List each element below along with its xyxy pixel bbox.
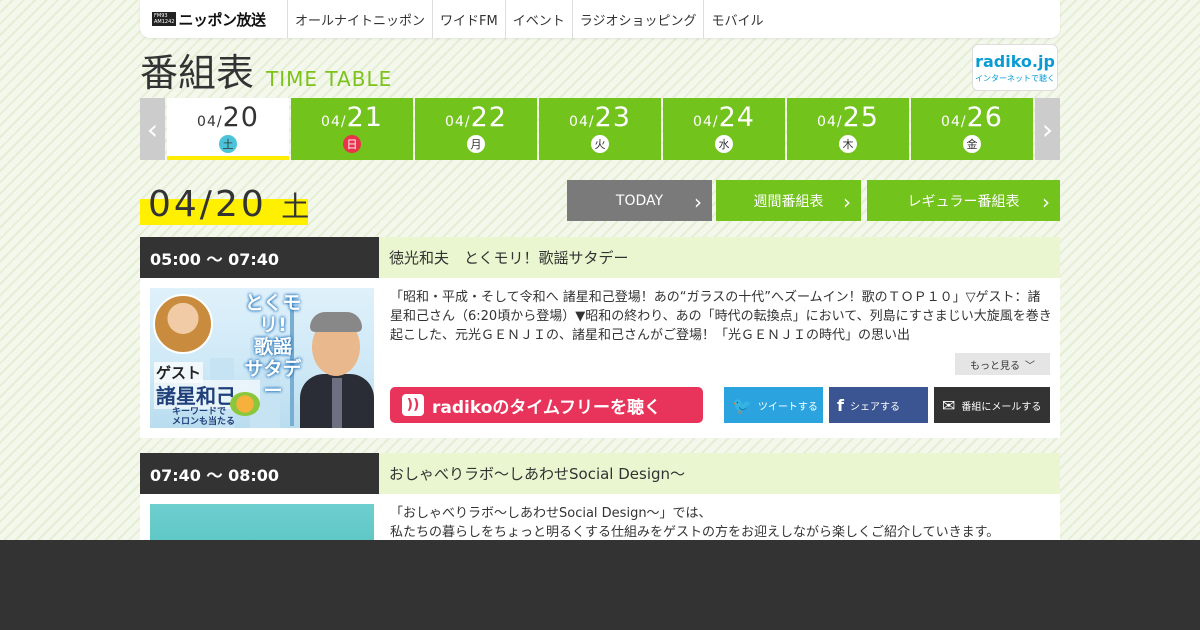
regular-label: レギュラー番組表 <box>907 193 1020 210</box>
logo-frequency: FM93 AM1242 <box>152 12 177 26</box>
tweet-button[interactable]: 🐦 ツイートする <box>724 387 823 423</box>
date-tab-0422[interactable]: 04/22 月 <box>415 98 537 160</box>
chevron-right-icon: › <box>694 190 702 214</box>
program-title[interactable]: 徳光和夫 とくモリ！歌謡サタデー <box>379 237 1060 278</box>
chevron-down-icon: ﹀ <box>1025 360 1035 372</box>
date-month: 04/ <box>197 114 223 130</box>
radiko-badge[interactable]: radiko.jp インターネットで聴く <box>972 44 1058 91</box>
top-navigation: FM93 AM1242 ニッポン放送 オールナイトニッポン ワイドFM イベント… <box>140 0 1060 38</box>
chevron-right-icon: › <box>843 190 851 214</box>
radiko-logo: radiko.jp <box>975 51 1055 71</box>
tweet-label: ツイートする <box>757 401 818 413</box>
guest-photo <box>153 294 213 354</box>
day-of-week-badge: 木 <box>839 135 857 153</box>
date-month: 04/ <box>569 114 595 130</box>
date-month: 04/ <box>321 114 347 130</box>
mail-label: 番組にメールする <box>961 401 1042 413</box>
date-tab-0425[interactable]: 04/25 木 <box>787 98 909 160</box>
host-photo <box>300 308 374 428</box>
footer-overlay <box>0 540 1200 630</box>
day-of-week-badge: 土 <box>219 135 237 153</box>
nav-mobile[interactable]: モバイル <box>704 0 770 38</box>
share-label: シェアする <box>849 401 900 413</box>
nav-radio-shopping[interactable]: ラジオショッピング <box>573 0 705 38</box>
chevron-right-icon: › <box>1041 112 1054 146</box>
regular-schedule-button[interactable]: レギュラー番組表 › <box>867 180 1060 221</box>
date-day: 26 <box>966 102 1003 133</box>
facebook-share-button[interactable]: f シェアする <box>829 387 928 423</box>
date-month: 04/ <box>817 114 843 130</box>
date-tab-0426[interactable]: 04/26 金 <box>911 98 1033 160</box>
date-day: 25 <box>842 102 879 133</box>
date-day: 24 <box>718 102 755 133</box>
page-wrapper: FM93 AM1242 ニッポン放送 オールナイトニッポン ワイドFM イベント… <box>140 0 1060 564</box>
more-label: もっと見る <box>970 360 1020 372</box>
day-of-week-badge: 金 <box>963 135 981 153</box>
program-description: 「おしゃべりラボ～しあわせSocial Design～」では、 私たちの暮らしを… <box>390 504 1052 542</box>
program-image[interactable]: とくモリ! 歌謡 サタデー ゲスト 諸星和己さん キーワードで メロンも当たる <box>150 288 374 428</box>
current-date: 04/20 土 <box>140 185 312 227</box>
logo-mark: FM93 AM1242 ニッポン放送 <box>152 9 266 30</box>
program-item: 05:00 ～ 07:40 徳光和夫 とくモリ！歌謡サタデー とくモリ! 歌謡 … <box>140 237 1060 438</box>
twitter-icon: 🐦 <box>732 395 752 415</box>
nav-allnightnippon[interactable]: オールナイトニッポン <box>288 0 434 38</box>
program-time: 07:40 ～ 08:00 <box>140 453 379 494</box>
radiko-button-label: radikoのタイムフリーを聴く <box>432 397 662 418</box>
date-tab-0420[interactable]: 04/20 土 <box>167 98 289 160</box>
image-title-line: 歌謡 <box>253 336 292 358</box>
today-label: TODAY <box>615 192 664 209</box>
guest-name-text: 諸星和己 <box>156 384 236 408</box>
next-week-arrow[interactable]: › <box>1035 98 1060 160</box>
date-day: 21 <box>346 102 383 133</box>
date-day: 23 <box>594 102 631 133</box>
nav-widefm[interactable]: ワイドFM <box>433 0 506 38</box>
day-of-week-badge: 水 <box>715 135 733 153</box>
day-of-week-badge: 火 <box>591 135 609 153</box>
facebook-icon: f <box>837 395 844 415</box>
program-time: 05:00 ～ 07:40 <box>140 237 379 278</box>
nav-event[interactable]: イベント <box>506 0 573 38</box>
program-item: 07:40 ～ 08:00 おしゃべりラボ～しあわせSocial Design～… <box>140 453 1060 564</box>
radiko-subtitle: インターネットで聴く <box>975 73 1055 83</box>
radiko-icon: )) <box>402 394 424 416</box>
date-day: 22 <box>470 102 507 133</box>
date-tabs: ‹ 04/20 土 04/21 日 04/22 月 04/23 火 04/24 … <box>140 98 1060 160</box>
day-of-week-badge: 日 <box>343 135 361 153</box>
mail-program-button[interactable]: ✉ 番組にメールする <box>934 387 1050 423</box>
date-tab-0423[interactable]: 04/23 火 <box>539 98 661 160</box>
program-body: とくモリ! 歌謡 サタデー ゲスト 諸星和己さん キーワードで メロンも当たる <box>140 278 1060 438</box>
current-date-value: 04/20 <box>148 184 267 225</box>
more-button[interactable]: もっと見る ﹀ <box>955 353 1050 375</box>
date-month: 04/ <box>445 114 471 130</box>
description-line: 「おしゃべりラボ～しあわせSocial Design～」では、 <box>390 506 712 521</box>
radiko-timefree-button[interactable]: )) radikoのタイムフリーを聴く <box>390 387 703 423</box>
site-logo[interactable]: FM93 AM1242 ニッポン放送 <box>140 0 288 38</box>
melon-icon <box>230 392 260 416</box>
chevron-right-icon: › <box>1042 190 1050 214</box>
image-note: キーワードで メロンも当たる <box>172 407 235 427</box>
prev-week-arrow[interactable]: ‹ <box>140 98 165 160</box>
weekly-label: 週間番組表 <box>753 193 824 210</box>
title-english: TIME TABLE <box>266 67 393 91</box>
note-line: キーワードで <box>172 407 227 417</box>
image-title-line: とくモリ! <box>244 292 302 336</box>
day-of-week-badge: 月 <box>467 135 485 153</box>
chevron-left-icon: ‹ <box>146 112 159 146</box>
weekly-schedule-button[interactable]: 週間番組表 › <box>716 180 861 221</box>
today-button[interactable]: TODAY › <box>567 180 712 221</box>
logo-am: AM1242 <box>154 19 175 25</box>
mail-icon: ✉ <box>942 395 956 415</box>
date-tab-0421[interactable]: 04/21 日 <box>291 98 413 160</box>
date-month: 04/ <box>941 114 967 130</box>
logo-text: ニッポン放送 <box>178 10 266 29</box>
date-day: 20 <box>222 102 259 133</box>
title-japanese: 番組表 <box>140 51 255 95</box>
current-date-dow: 土 <box>281 190 313 223</box>
note-line: メロンも当たる <box>172 417 236 427</box>
date-tab-0424[interactable]: 04/24 水 <box>663 98 785 160</box>
program-description: 「昭和・平成・そして令和へ 諸星和己登場！あの“ガラスの十代”へズームイン！歌の… <box>390 290 1052 343</box>
page-title: 番組表 TIME TABLE <box>140 52 392 94</box>
program-title[interactable]: おしゃべりラボ～しあわせSocial Design～ <box>379 453 1060 494</box>
date-month: 04/ <box>693 114 719 130</box>
